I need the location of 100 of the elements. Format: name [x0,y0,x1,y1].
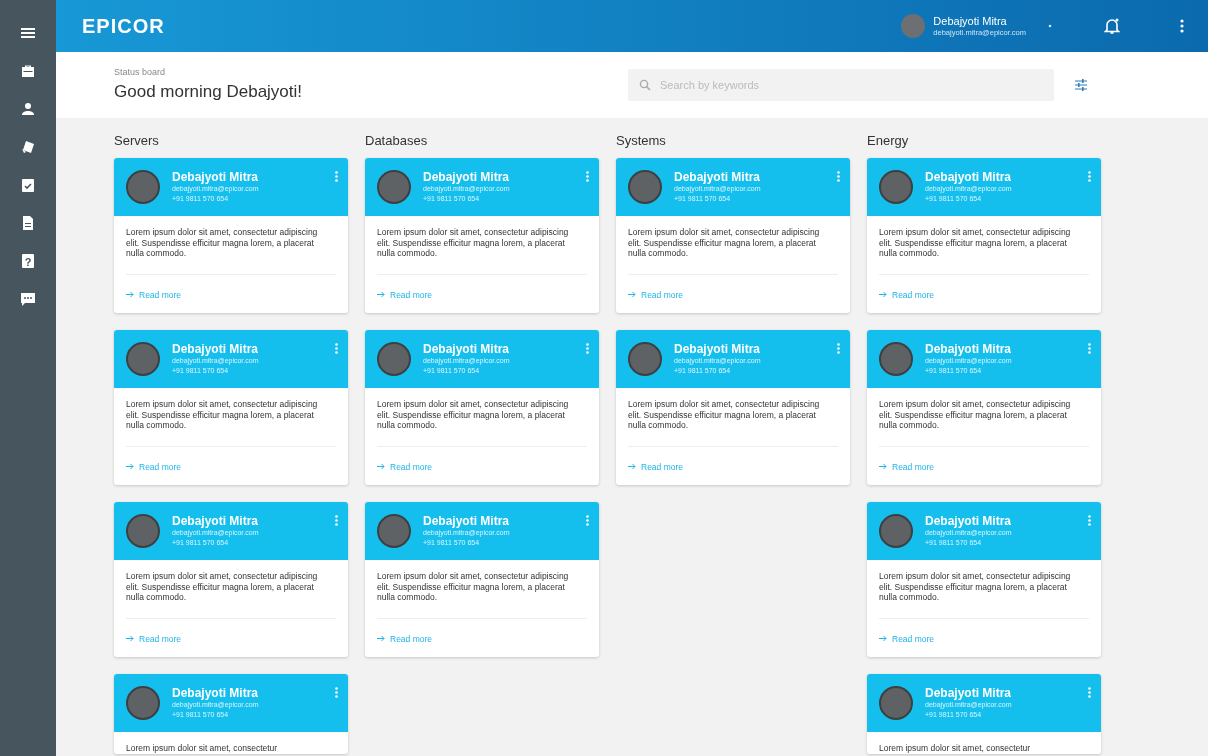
more-icon [1088,343,1091,354]
read-more-link[interactable]: Read more [628,462,684,472]
contact-name: Debajyoti Mitra [172,170,259,184]
card-menu-button[interactable] [586,343,589,354]
card-menu-button[interactable] [335,515,338,526]
photo-placeholder [879,170,913,204]
card-text: Lorem ipsum dolor sit amet, consectetur adipiscing elit. Suspendisse efficitur magna lorem, a placerat nulla commodo. [126,399,319,431]
bell-icon [1104,17,1120,35]
contact-name: Debajyoti Mitra [423,170,510,184]
more-button[interactable] [1180,19,1184,33]
contact-name: Debajyoti Mitra [925,342,1012,356]
photo-placeholder [126,342,160,376]
greeting-title: Good morning Debajyoti! [114,81,303,103]
more-icon [1088,687,1091,698]
photo-placeholder [879,514,913,548]
card-menu-button[interactable] [586,171,589,182]
read-more-link[interactable]: Read more [879,634,935,644]
card-menu-button[interactable] [837,343,840,354]
breadcrumb: Status board [114,65,167,79]
card-text: Lorem ipsum dolor sit amet, consectetur [126,743,279,754]
read-more-link[interactable]: Read more [879,462,935,472]
photo-placeholder [126,514,160,548]
card-menu-button[interactable] [1088,515,1091,526]
more-icon [1088,515,1091,526]
dropdown-icon[interactable] [1048,24,1052,28]
card-text: Lorem ipsum dolor sit amet, consectetur adipiscing elit. Suspendisse efficitur magna lorem, a placerat nulla commodo. [126,227,319,259]
card-text: Lorem ipsum dolor sit amet, consectetur adipiscing elit. Suspendisse efficitur magna lorem, a placerat nulla commodo. [628,399,821,431]
card-text: Lorem ipsum dolor sit amet, consectetur adipiscing elit. Suspendisse efficitur magna lorem, a placerat nulla commodo. [628,227,821,259]
arrow-icon [377,463,385,470]
menu-icon [20,25,36,41]
arrow-icon [879,291,887,298]
card-text: Lorem ipsum dolor sit amet, consectetur adipiscing elit. Suspendisse efficitur magna lorem, a placerat nulla commodo. [879,227,1072,259]
read-more-link[interactable]: Read more [126,634,182,644]
contact-name: Debajyoti Mitra [925,686,1012,700]
photo-placeholder [126,686,160,720]
contact-name: Debajyoti Mitra [423,342,510,356]
card-text: Lorem ipsum dolor sit amet, consectetur adipiscing elit. Suspendisse efficitur magna lorem, a placerat nulla commodo. [879,571,1072,603]
read-more-link[interactable]: Read more [377,462,433,472]
more-icon [586,515,589,526]
card-menu-button[interactable] [335,171,338,182]
read-more-link[interactable]: Read more [126,290,182,300]
card-menu-button[interactable] [586,515,589,526]
card-menu-button[interactable] [335,687,338,698]
search-icon [639,79,651,91]
more-icon [335,515,338,526]
more-icon [1180,19,1184,33]
arrow-icon [377,635,385,642]
arrow-icon [628,463,636,470]
photo-placeholder [879,342,913,376]
column-title: Energy [867,133,910,149]
notification-button[interactable] [1104,17,1120,35]
arrow-icon [126,635,134,642]
read-more-link[interactable]: Read more [879,290,935,300]
card-menu-button[interactable] [1088,687,1091,698]
chat-icon [20,291,36,307]
arrow-icon [377,291,385,298]
filter-button[interactable] [1074,78,1088,92]
help-glyph: ? [24,255,32,268]
read-more-link[interactable]: Read more [377,290,433,300]
card-menu-button[interactable] [335,343,338,354]
contact-name: Debajyoti Mitra [172,686,259,700]
card-menu-button[interactable] [1088,171,1091,182]
photo-placeholder [879,686,913,720]
card-text: Lorem ipsum dolor sit amet, consectetur adipiscing elit. Suspendisse efficitur magna lorem, a placerat nulla commodo. [377,399,570,431]
read-more-link[interactable]: Read more [377,634,433,644]
tag-icon [20,139,36,155]
user-name: Debajyoti Mitra [933,15,1008,28]
contact-name: Debajyoti Mitra [674,170,761,184]
column-title: Servers [114,133,160,149]
contact-name: Debajyoti Mitra [172,342,259,356]
column-title: Databases [365,133,429,149]
more-icon [586,171,589,182]
contact-name: Debajyoti Mitra [674,342,761,356]
contact-name: Debajyoti Mitra [925,170,1012,184]
column-title: Systems [616,133,667,149]
read-more-link[interactable]: Read more [126,462,182,472]
card-menu-button[interactable] [837,171,840,182]
arrow-icon [126,463,134,470]
read-more-link[interactable]: Read more [628,290,684,300]
card-text: Lorem ipsum dolor sit amet, consectetur adipiscing elit. Suspendisse efficitur magna lorem, a placerat nulla commodo. [377,227,570,259]
photo-placeholder [628,170,662,204]
contact-name: Debajyoti Mitra [925,514,1012,528]
card-text: Lorem ipsum dolor sit amet, consectetur adipiscing elit. Suspendisse efficitur magna lorem, a placerat nulla commodo. [879,399,1072,431]
arrow-icon [628,291,636,298]
avatar[interactable] [901,14,926,38]
person-icon [20,101,36,117]
card-menu-button[interactable] [1088,343,1091,354]
card-text: Lorem ipsum dolor sit amet, consectetur adipiscing elit. Suspendisse efficitur magna lorem, a placerat nulla commodo. [126,571,319,603]
arrow-icon [126,291,134,298]
more-icon [1088,171,1091,182]
photo-placeholder [377,170,411,204]
briefcase-icon [20,63,36,79]
more-icon [335,687,338,698]
clipboard-check-icon [20,177,36,193]
photo-placeholder [377,342,411,376]
sidebar-item[interactable]: ? [0,242,56,280]
photo-placeholder [628,342,662,376]
more-icon [335,343,338,354]
more-icon [586,343,589,354]
contact-name: Debajyoti Mitra [423,514,510,528]
